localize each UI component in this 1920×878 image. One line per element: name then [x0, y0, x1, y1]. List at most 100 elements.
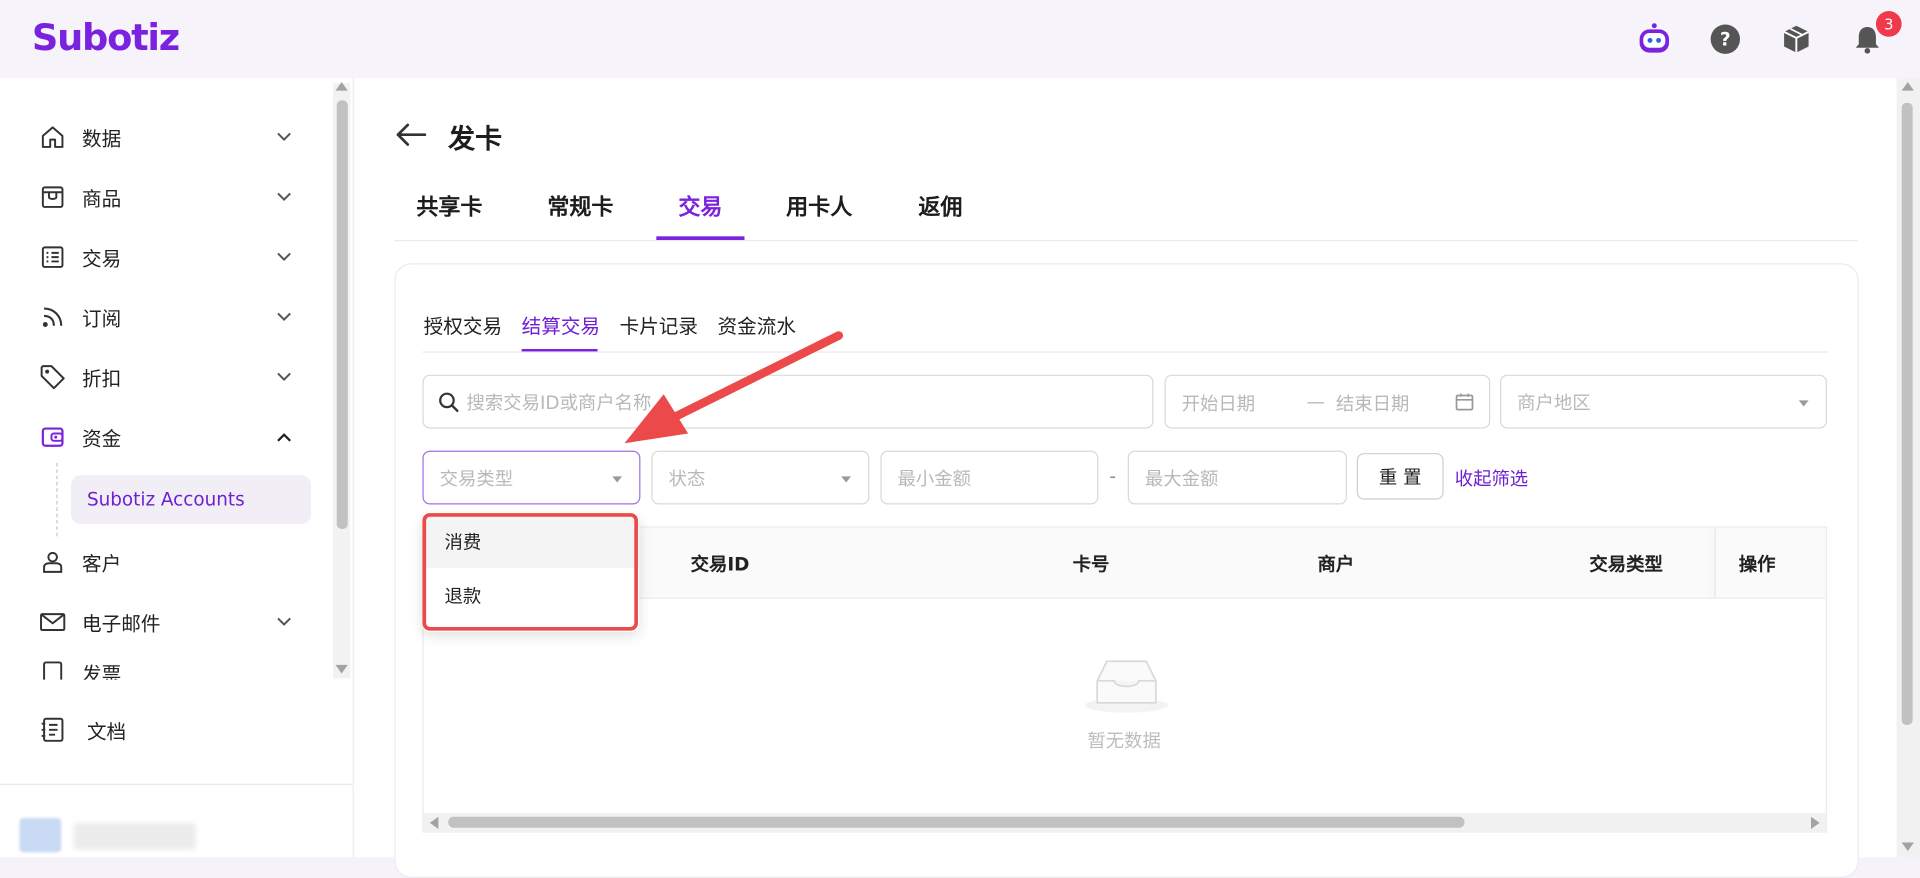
reset-button[interactable]: 重 置 [1356, 453, 1444, 500]
start-date-field[interactable]: 开始日期 [1182, 391, 1255, 417]
tab-transactions[interactable]: 交易 [678, 190, 722, 222]
caret-down-icon [612, 476, 623, 483]
column-header-actions[interactable]: 操作 [1739, 551, 1776, 577]
wallet-icon [39, 424, 66, 451]
sidebar-item-customers[interactable]: 客户 [39, 538, 308, 587]
scroll-down-icon[interactable] [335, 664, 348, 674]
chevron-down-icon [272, 305, 296, 329]
page-scrollbar-thumb[interactable] [1901, 102, 1913, 725]
table-scrollbar-thumb[interactable] [448, 816, 1465, 828]
region-placeholder: 商户地区 [1517, 391, 1591, 414]
active-tab-indicator [656, 236, 745, 241]
sidebar-item-label: 电子邮件 [82, 612, 161, 636]
scroll-left-icon[interactable] [429, 816, 439, 829]
date-range-picker[interactable]: 开始日期 — 结束日期 [1164, 374, 1491, 429]
scroll-up-icon[interactable] [335, 82, 348, 91]
tab-cardholders[interactable]: 用卡人 [786, 190, 852, 222]
svg-text:?: ? [1720, 29, 1731, 50]
sidebar-item-label: 商品 [82, 187, 122, 211]
sidebar-scrollbar-thumb[interactable] [336, 100, 348, 529]
sidebar-item-email[interactable]: 电子邮件 [39, 598, 308, 647]
bot-icon[interactable] [1637, 22, 1671, 56]
docs-icon [39, 716, 66, 743]
sidebar-item-funds[interactable]: 资金 [39, 413, 308, 462]
annotation-highlight-box [422, 513, 638, 631]
sidebar-item-docs[interactable]: 文档 [39, 705, 308, 754]
sidebar-item-label: 资金 [82, 427, 122, 451]
annotation-arrow-icon [624, 331, 844, 444]
sidebar-clip: 发票 [0, 658, 333, 680]
region-select[interactable]: 商户地区 [1500, 374, 1827, 429]
date-separator: — [1306, 390, 1325, 413]
chevron-down-icon [272, 125, 296, 149]
column-header-txn-type[interactable]: 交易类型 [1589, 551, 1662, 577]
min-amount-input[interactable]: 最小金额 [880, 450, 1099, 505]
mail-icon [39, 609, 66, 636]
chevron-down-icon [272, 610, 296, 634]
column-header-txn-id[interactable]: 交易ID [691, 551, 750, 577]
tag-icon [39, 364, 66, 391]
column-header-merchant[interactable]: 商户 [1318, 551, 1355, 577]
sidebar-item-label: 数据 [82, 127, 122, 151]
brand-logo[interactable]: Subotiz [32, 17, 180, 60]
calendar-icon [1455, 392, 1475, 416]
scroll-down-icon[interactable] [1901, 842, 1914, 852]
sidebar-divider [0, 783, 353, 785]
user-icon [39, 549, 66, 576]
invoice-icon [39, 658, 66, 680]
sidebar-item-transactions[interactable]: 交易 [39, 233, 308, 282]
max-amount-placeholder: 最大金额 [1144, 467, 1219, 490]
home-icon [39, 124, 66, 151]
min-amount-placeholder: 最小金额 [897, 467, 972, 490]
sidebar-item-label: 文档 [86, 720, 127, 744]
user-account-blurred[interactable] [17, 813, 213, 855]
active-subtab-indicator [521, 348, 598, 352]
scroll-up-icon[interactable] [1901, 82, 1914, 91]
tab-regular-card[interactable]: 常规卡 [547, 190, 613, 222]
sidebar-item-products[interactable]: 商品 [39, 173, 308, 222]
list-icon [39, 244, 66, 271]
sidebar-item-invoices[interactable]: 发票 [39, 658, 308, 680]
caret-down-icon [841, 476, 852, 483]
sidebar-item-label: 交易 [82, 247, 122, 271]
sidebar-item-label: 折扣 [82, 367, 122, 391]
column-header-card-number[interactable]: 卡号 [1073, 551, 1110, 577]
store-icon [39, 184, 66, 211]
search-icon [438, 391, 459, 412]
back-arrow-icon[interactable] [394, 120, 428, 149]
amount-separator: - [1109, 465, 1117, 488]
chevron-down-icon [272, 245, 296, 269]
sidebar-item-data[interactable]: 数据 [39, 113, 308, 162]
end-date-field[interactable]: 结束日期 [1336, 391, 1409, 417]
sidebar-item-label: 发票 [82, 662, 122, 680]
help-icon[interactable]: ? [1708, 22, 1742, 56]
rss-icon [39, 304, 66, 331]
page-title: 发卡 [448, 124, 503, 156]
chevron-down-icon [272, 365, 296, 389]
tab-shared-card[interactable]: 共享卡 [416, 190, 482, 222]
submenu-guide-line [56, 462, 58, 537]
subtab-authorized[interactable]: 授权交易 [424, 310, 502, 339]
caret-down-icon [1798, 400, 1809, 407]
max-amount-input[interactable]: 最大金额 [1127, 450, 1347, 505]
status-select[interactable]: 状态 [651, 450, 870, 505]
transaction-type-placeholder: 交易类型 [439, 467, 514, 490]
scroll-right-icon[interactable] [1811, 816, 1820, 829]
transaction-type-select[interactable]: 交易类型 [422, 450, 641, 505]
sidebar-item-subscriptions[interactable]: 订阅 [39, 293, 308, 342]
sidebar-item-label: 客户 [82, 552, 122, 576]
tab-rebates[interactable]: 返佣 [918, 190, 962, 222]
status-placeholder: 状态 [668, 467, 706, 490]
collapse-filters-link[interactable]: 收起筛选 [1455, 465, 1528, 491]
sidebar-item-label: 订阅 [82, 307, 122, 331]
tabs-divider [394, 240, 1858, 242]
box-icon[interactable] [1779, 22, 1813, 56]
notification-badge: 3 [1875, 11, 1902, 37]
chevron-up-icon [272, 425, 296, 449]
chevron-down-icon [272, 185, 296, 209]
sidebar-subitem-subotiz-accounts[interactable]: Subotiz Accounts [71, 475, 312, 525]
sidebar-item-discounts[interactable]: 折扣 [39, 353, 308, 402]
subtab-settled[interactable]: 结算交易 [522, 310, 600, 339]
sticky-column-divider [1714, 527, 1716, 598]
empty-inbox-icon [1082, 656, 1170, 715]
